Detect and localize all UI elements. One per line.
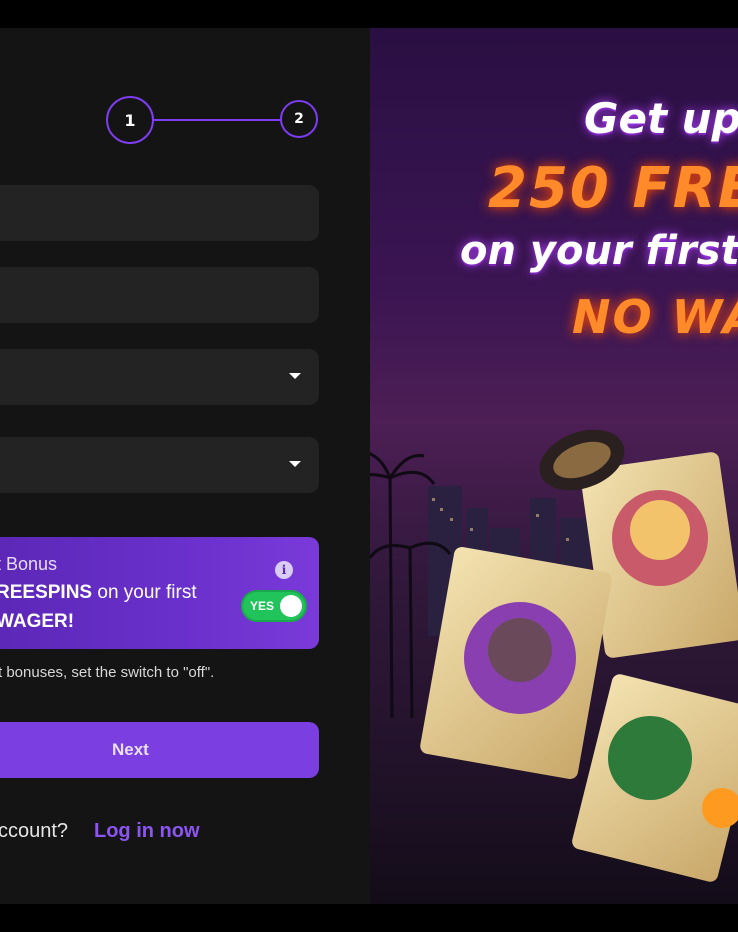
registration-panel: 1 2 t Bonus REESPINS on your first WAGER…	[0, 28, 370, 904]
bonus-title: t Bonus	[0, 554, 58, 574]
info-icon[interactable]: i	[275, 561, 293, 579]
bonus-wager-line: WAGER!	[0, 611, 75, 632]
select-field-1[interactable]	[0, 349, 319, 405]
input-field-1[interactable]	[0, 185, 319, 241]
step-1-indicator: 1	[106, 96, 154, 144]
promo-line-2: 250 FREE	[488, 156, 738, 221]
toggle-label: YES	[250, 599, 275, 613]
select-field-2[interactable]	[0, 437, 319, 493]
step-2-indicator: 2	[280, 100, 318, 138]
account-prompt: ccount?	[0, 820, 69, 842]
chevron-down-icon	[289, 461, 301, 467]
top-bar	[0, 0, 738, 28]
bottom-bar	[0, 904, 738, 932]
login-link[interactable]: Log in now	[94, 820, 200, 843]
bonus-toggle[interactable]: YES	[241, 590, 307, 622]
promo-line-4: NO WAG	[572, 290, 738, 344]
input-field-2[interactable]	[0, 267, 319, 323]
promo-banner: Get up 250 FREE on your first NO WAG	[370, 28, 738, 904]
step-connector	[154, 119, 280, 121]
promo-line-1: Get up	[584, 94, 738, 143]
bonus-offer-line: REESPINS on your first	[0, 582, 197, 603]
chevron-down-icon	[289, 373, 301, 379]
bonus-note: t bonuses, set the switch to "off".	[0, 664, 215, 681]
promo-artwork	[370, 418, 738, 904]
welcome-bonus-card: t Bonus REESPINS on your first WAGER! i …	[0, 537, 319, 649]
toggle-knob	[280, 595, 302, 617]
next-button[interactable]: Next	[0, 722, 319, 778]
promo-line-3: on your first	[460, 228, 738, 274]
